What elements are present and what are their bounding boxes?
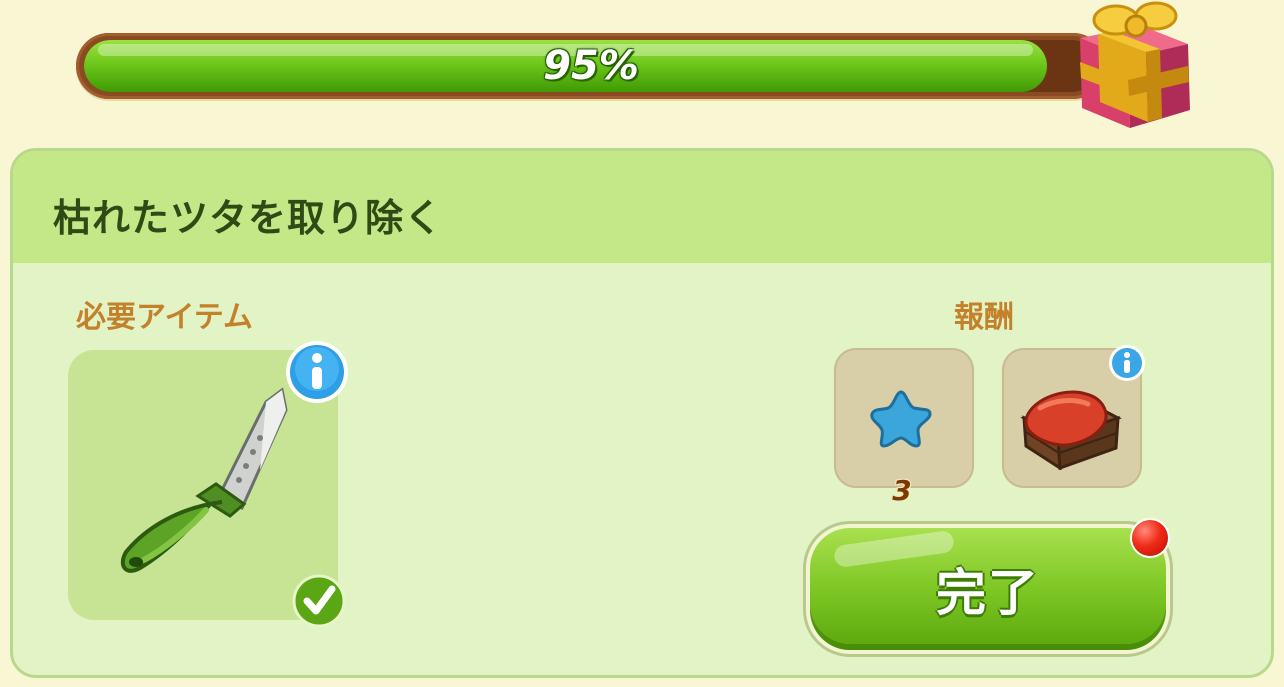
info-icon[interactable] xyxy=(1108,344,1146,382)
check-icon xyxy=(292,574,346,628)
info-icon[interactable] xyxy=(284,339,350,405)
gift-box-icon[interactable] xyxy=(1072,0,1196,130)
complete-button-label: 完了 xyxy=(936,564,1040,622)
rewards-label: 報酬 xyxy=(954,300,1014,335)
reward-count: 3 xyxy=(892,474,912,507)
complete-button[interactable]: 完了 xyxy=(810,528,1166,650)
progress-bar: 95% xyxy=(76,33,1106,99)
panel-header: 枯れたツタを取り除く xyxy=(13,151,1271,263)
required-items-label: 必要アイテム xyxy=(76,300,253,335)
task-title: 枯れたツタを取り除く xyxy=(53,196,444,240)
knife-icon xyxy=(120,387,288,573)
blue-star-icon xyxy=(870,390,932,448)
progress-percent: 95% xyxy=(543,43,639,89)
progress-track-inner: 95% xyxy=(84,40,1098,92)
wooden-crate-red-cloth-icon xyxy=(1020,390,1122,470)
notification-dot xyxy=(1132,520,1168,556)
